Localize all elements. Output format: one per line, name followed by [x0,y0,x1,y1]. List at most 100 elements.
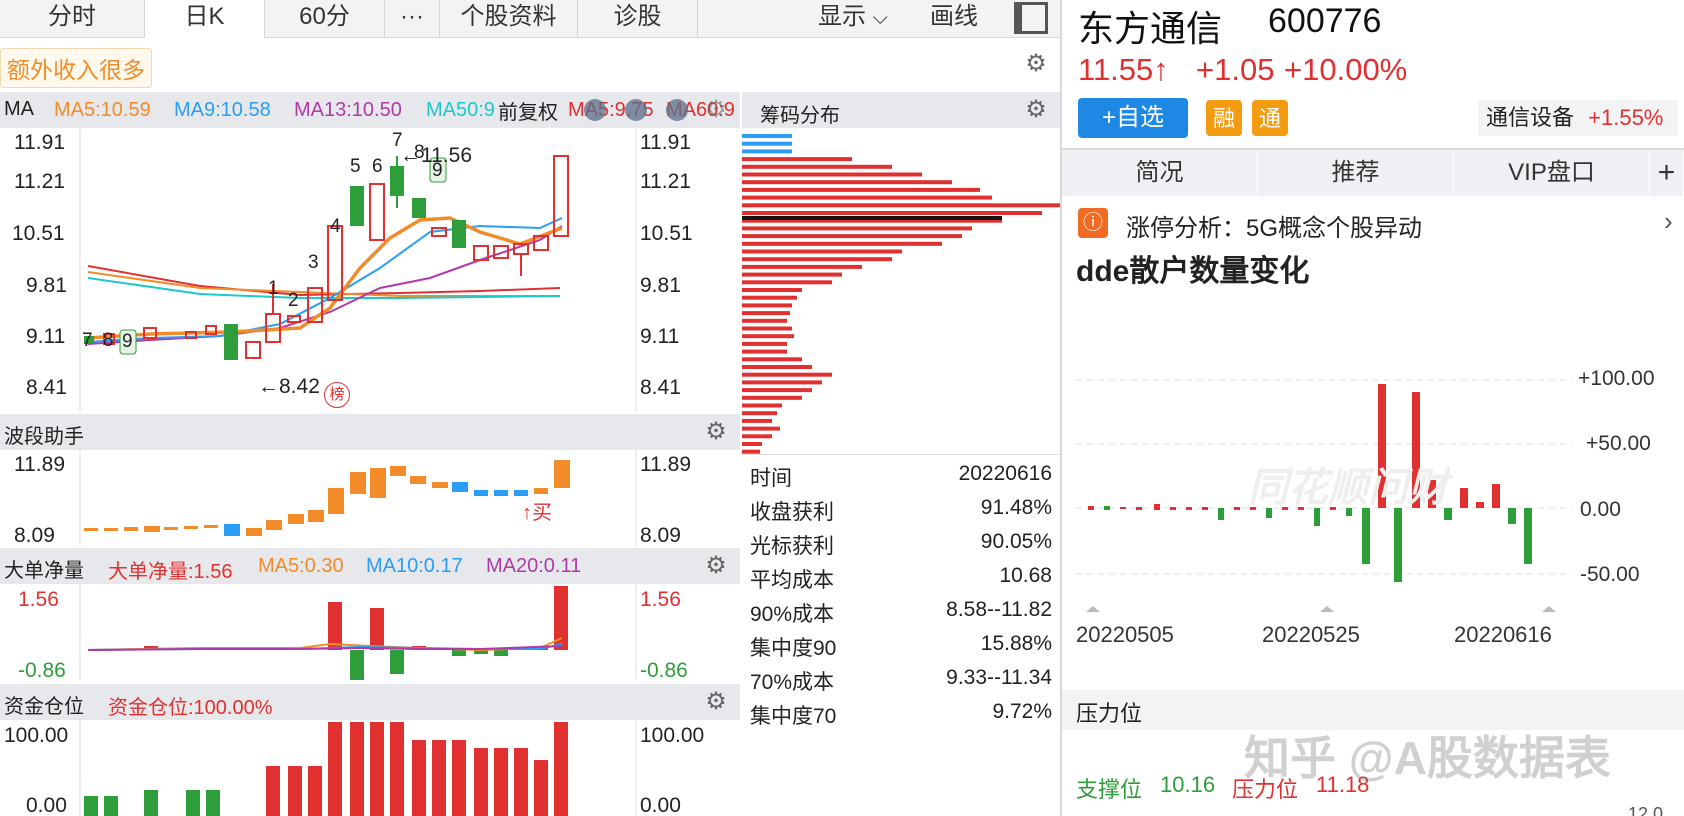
chip-bar [742,380,822,385]
ma5-legend: MA5:10.59 [54,99,151,121]
layout-toggle-icon[interactable] [1014,2,1048,34]
td-seq-7: 7 [82,330,93,351]
tab-daily-k[interactable]: 日K [145,0,265,38]
draw-line-button[interactable]: 画线 [930,0,978,38]
gear-icon[interactable]: ⚙ [1024,52,1048,76]
wave-chart[interactable] [0,450,742,546]
td-seq-1: 1 [268,278,279,299]
big-order-title: 大单净量 [4,560,84,582]
tab-overview[interactable]: 简况 [1062,150,1258,196]
minus-icon[interactable] [584,99,606,121]
x-marker [1542,606,1556,612]
chip-bar [742,418,772,423]
display-menu[interactable]: 显示 ⌵ [818,0,888,38]
td-seq-9: 9 [122,331,133,352]
gear-icon[interactable]: ⚙ [704,420,728,444]
kline-chart[interactable] [0,128,742,412]
connect-tag[interactable]: 通 [1252,100,1288,136]
tab-recommend[interactable]: 推荐 [1258,150,1454,196]
news-banner[interactable]: 额外收入很多 [0,48,152,88]
buy-signal: ↑买 [522,502,552,524]
ma-line-orange [87,271,560,297]
tab-intraday[interactable]: 分时 [0,0,145,38]
position-axis-bottom: 0.00 [26,794,67,816]
minus-icon[interactable] [666,99,688,121]
wave-bar [104,528,118,531]
chip-stat-value: 91.48% [980,496,1052,519]
position-bar [494,748,508,816]
chip-bar [742,349,787,354]
tab-stock-info[interactable]: 个股资料 [440,0,578,38]
tab-more[interactable]: ··· [385,0,440,38]
chip-distribution-chart[interactable] [742,128,1060,454]
cost-line [742,216,1002,220]
wave-axis-bottom-right: 8.09 [640,524,681,547]
kline-axis-right: 10.51 [640,222,693,245]
position-bar [84,796,98,816]
tab-vip[interactable]: VIP盘口 [1454,150,1650,196]
chip-bar [742,442,762,446]
sector-chip[interactable]: 通信设备 +1.55% [1478,100,1678,136]
td-seq-8: 8 [103,330,114,351]
tab-diagnose[interactable]: 诊股 [578,0,698,38]
big-order-chart[interactable] [0,584,742,680]
rank-badge[interactable]: 榜 [324,382,350,408]
position-bar [308,766,322,816]
dde-bar [1154,504,1160,510]
chips-title: 筹码分布 [760,105,840,127]
position-axis-bottom-right: 0.00 [640,794,681,816]
position-bar [474,748,488,816]
chip-bar [742,180,952,185]
ma-label: MA [4,98,34,120]
dde-bar [1218,508,1224,520]
add-watchlist-button[interactable]: +自选 [1078,98,1188,138]
wave-bar [350,472,366,494]
support-value: 10.16 [1160,772,1216,797]
kline-axis-left: 9.11 [26,325,66,348]
forward-adjust-label[interactable]: 前复权 [496,96,560,125]
td-seq-3: 3 [308,252,319,273]
big-order-axis-bottom-right: -0.86 [640,659,688,682]
wave-bar [84,528,98,531]
wave-bar [266,520,282,530]
tab-60min[interactable]: 60分 [265,0,385,38]
chip-bar [742,303,792,308]
display-label: 显示 [818,3,866,30]
gear-icon[interactable]: ⚙ [704,554,728,578]
ma13-line [87,225,563,345]
big-order-ma10: MA10:0.17 [366,555,463,577]
margin-tag[interactable]: 融 [1206,100,1242,136]
chevron-right-icon[interactable]: › [1664,206,1673,237]
gear-icon[interactable]: ⚙ [704,690,728,714]
big-order-bar [350,650,364,680]
wave-bar [288,514,304,524]
gear-icon[interactable]: ⚙ [1024,98,1048,122]
position-chart[interactable] [0,720,742,816]
wave-bar [534,488,548,494]
wave-bar [308,510,324,522]
dde-bar [1394,508,1402,582]
chip-bar [742,365,812,369]
chip-bar [742,257,892,262]
chip-stat-value: 9.33--11.34 [946,666,1052,689]
wave-bar [144,526,160,532]
big-order-bar [494,650,508,656]
wave-bar [370,468,386,498]
gear-icon[interactable]: ⚙ [704,98,728,122]
position-bar [370,722,384,816]
chip-bar [742,272,842,277]
ma50-legend: MA50:9. [426,99,501,121]
big-order-axis-bottom: -0.86 [18,659,66,682]
dde-bar [1136,507,1142,510]
dde-y-label: 0.00 [1580,498,1621,521]
minus-icon[interactable] [625,99,647,121]
dde-bar [1508,508,1516,524]
td-seq-2: 2 [288,290,299,311]
news-headline[interactable]: 涨停分析：5G概念个股异动 [1126,208,1422,243]
kline-axis-right: 8.41 [640,376,681,399]
tab-add[interactable]: + [1650,150,1684,196]
candles [84,155,569,360]
dde-bar [1104,506,1110,510]
chip-stat-key: 90%成本 [750,603,835,626]
chip-stat-key: 收盘获利 [750,501,834,524]
